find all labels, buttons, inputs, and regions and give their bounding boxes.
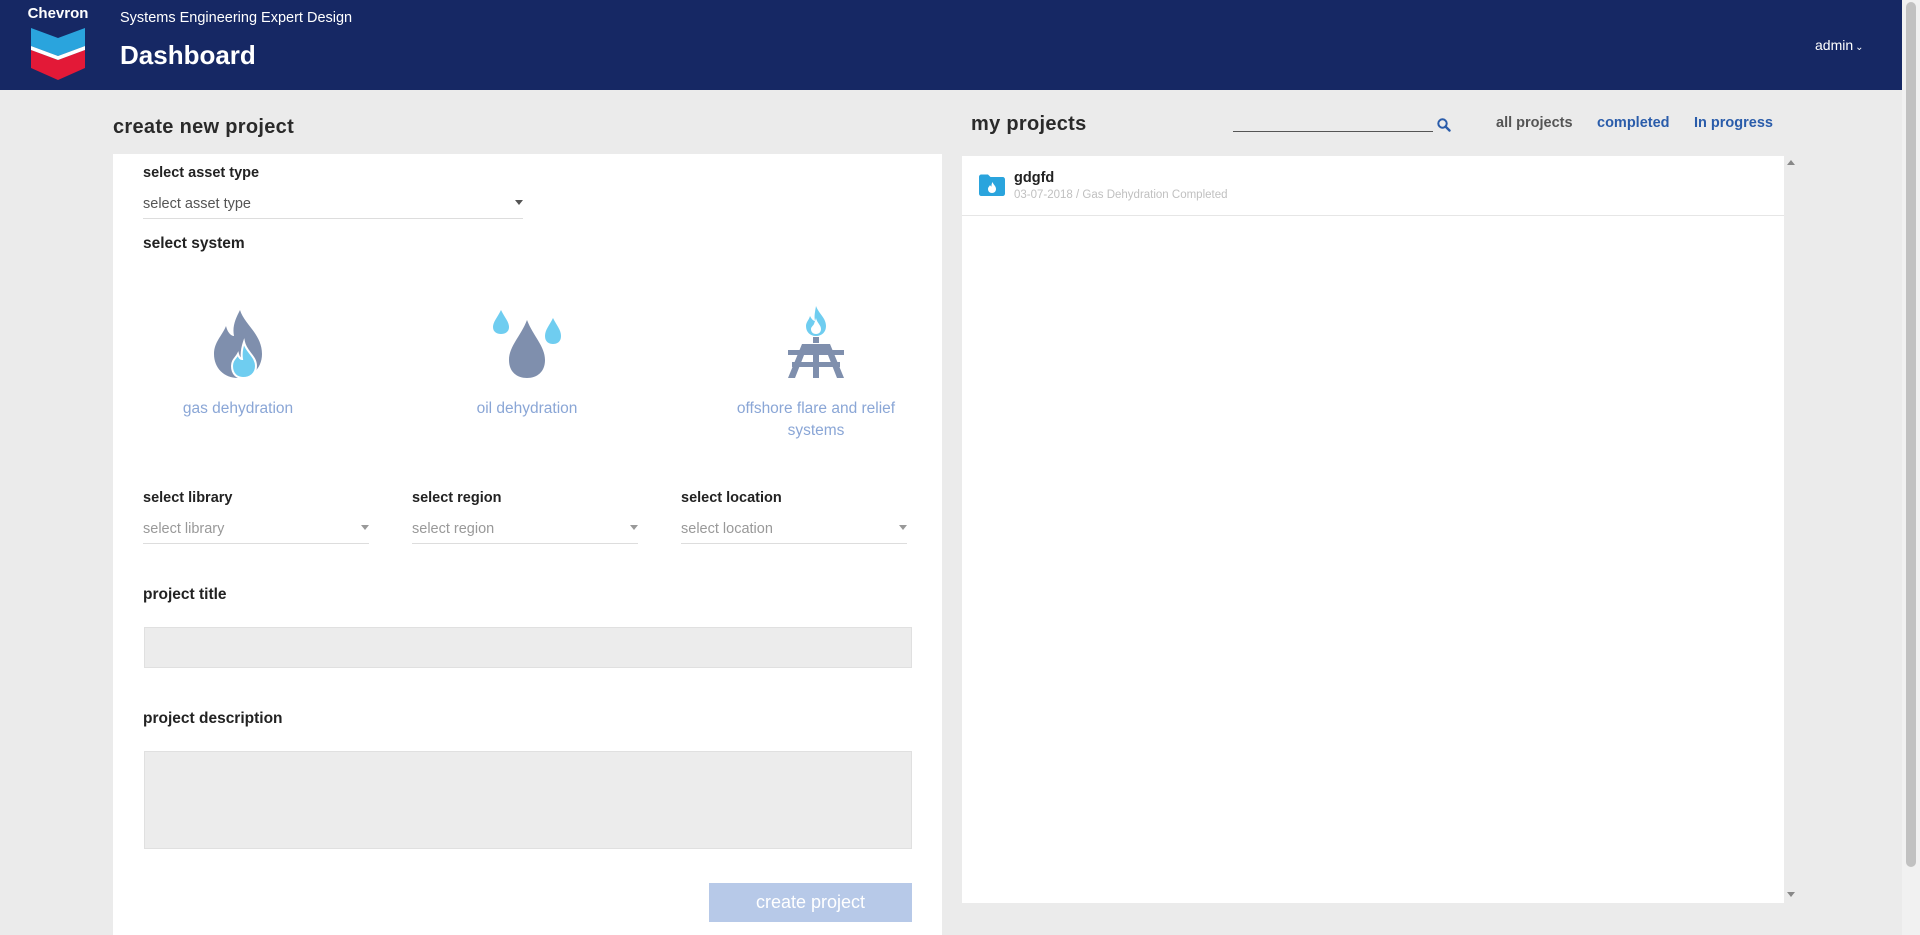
location-select[interactable]: select location bbox=[681, 515, 907, 544]
brand-name: Chevron bbox=[27, 5, 89, 22]
window-scrollbar[interactable] bbox=[1902, 0, 1920, 935]
my-projects-title: my projects bbox=[971, 113, 1087, 135]
system-gas-dehydration-label: gas dehydration bbox=[182, 400, 294, 417]
project-meta: 03-07-2018 / Gas Dehydration Completed bbox=[1014, 189, 1228, 201]
caret-down-icon bbox=[630, 525, 638, 530]
project-description-textarea[interactable] bbox=[144, 751, 912, 849]
droplets-icon bbox=[493, 310, 561, 378]
scroll-down-arrow-icon[interactable] bbox=[1787, 892, 1795, 897]
user-menu[interactable]: admin ⌄ bbox=[1815, 37, 1864, 53]
folder-flame-icon bbox=[979, 174, 1005, 196]
chevron-down-icon: ⌄ bbox=[1855, 42, 1864, 53]
page-title: Dashboard bbox=[120, 40, 256, 70]
library-select[interactable]: select library bbox=[143, 515, 369, 544]
system-offshore-flare-label: offshore flare and relief systems bbox=[736, 400, 896, 439]
top-header: Chevron Systems Engineering Expert Desig… bbox=[0, 0, 1902, 90]
projects-list: gdgfd 03-07-2018 / Gas Dehydration Compl… bbox=[962, 156, 1784, 903]
library-value: select library bbox=[143, 521, 225, 537]
asset-type-select[interactable]: select asset type bbox=[143, 190, 523, 219]
project-title-label: project title bbox=[143, 586, 227, 603]
create-section-title: create new project bbox=[113, 116, 295, 138]
filter-all-projects[interactable]: all projects bbox=[1496, 115, 1573, 131]
asset-type-label: select asset type bbox=[143, 165, 260, 181]
caret-down-icon bbox=[899, 525, 907, 530]
app-subtitle: Systems Engineering Expert Design bbox=[120, 10, 353, 26]
project-description-label: project description bbox=[143, 710, 283, 727]
system-offshore-flare[interactable]: offshore flare and relief systems bbox=[711, 290, 921, 442]
caret-down-icon bbox=[515, 200, 523, 205]
filter-in-progress[interactable]: In progress bbox=[1694, 115, 1773, 131]
system-oil-dehydration-label: oil dehydration bbox=[476, 400, 578, 417]
region-value: select region bbox=[412, 521, 495, 537]
scroll-up-arrow-icon[interactable] bbox=[1787, 160, 1795, 165]
create-project-button[interactable]: create project bbox=[709, 883, 912, 922]
region-select[interactable]: select region bbox=[412, 515, 638, 544]
region-label: select region bbox=[412, 490, 502, 506]
project-name: gdgfd bbox=[1014, 170, 1055, 186]
filter-completed[interactable]: completed bbox=[1597, 115, 1670, 131]
project-search-input[interactable] bbox=[1233, 131, 1433, 132]
projects-scrollbar[interactable] bbox=[1784, 156, 1798, 903]
library-label: select library bbox=[143, 490, 233, 506]
select-system-label: select system bbox=[143, 235, 245, 252]
chevron-logo[interactable]: Chevron bbox=[27, 6, 89, 82]
location-value: select location bbox=[681, 521, 773, 537]
system-gas-dehydration[interactable]: gas dehydration bbox=[133, 290, 343, 420]
caret-down-icon bbox=[361, 525, 369, 530]
flare-platform-icon bbox=[788, 306, 844, 378]
search-icon[interactable] bbox=[1437, 118, 1451, 132]
window-scrollbar-thumb[interactable] bbox=[1906, 2, 1916, 867]
user-name: admin bbox=[1815, 37, 1854, 53]
project-title-input[interactable] bbox=[144, 627, 912, 668]
chevron-logo-icon bbox=[31, 28, 85, 80]
location-label: select location bbox=[681, 490, 782, 506]
flame-icon bbox=[214, 310, 262, 380]
project-list-item[interactable]: gdgfd 03-07-2018 / Gas Dehydration Compl… bbox=[962, 156, 1784, 216]
system-oil-dehydration[interactable]: oil dehydration bbox=[422, 290, 632, 420]
asset-type-value: select asset type bbox=[143, 196, 251, 212]
